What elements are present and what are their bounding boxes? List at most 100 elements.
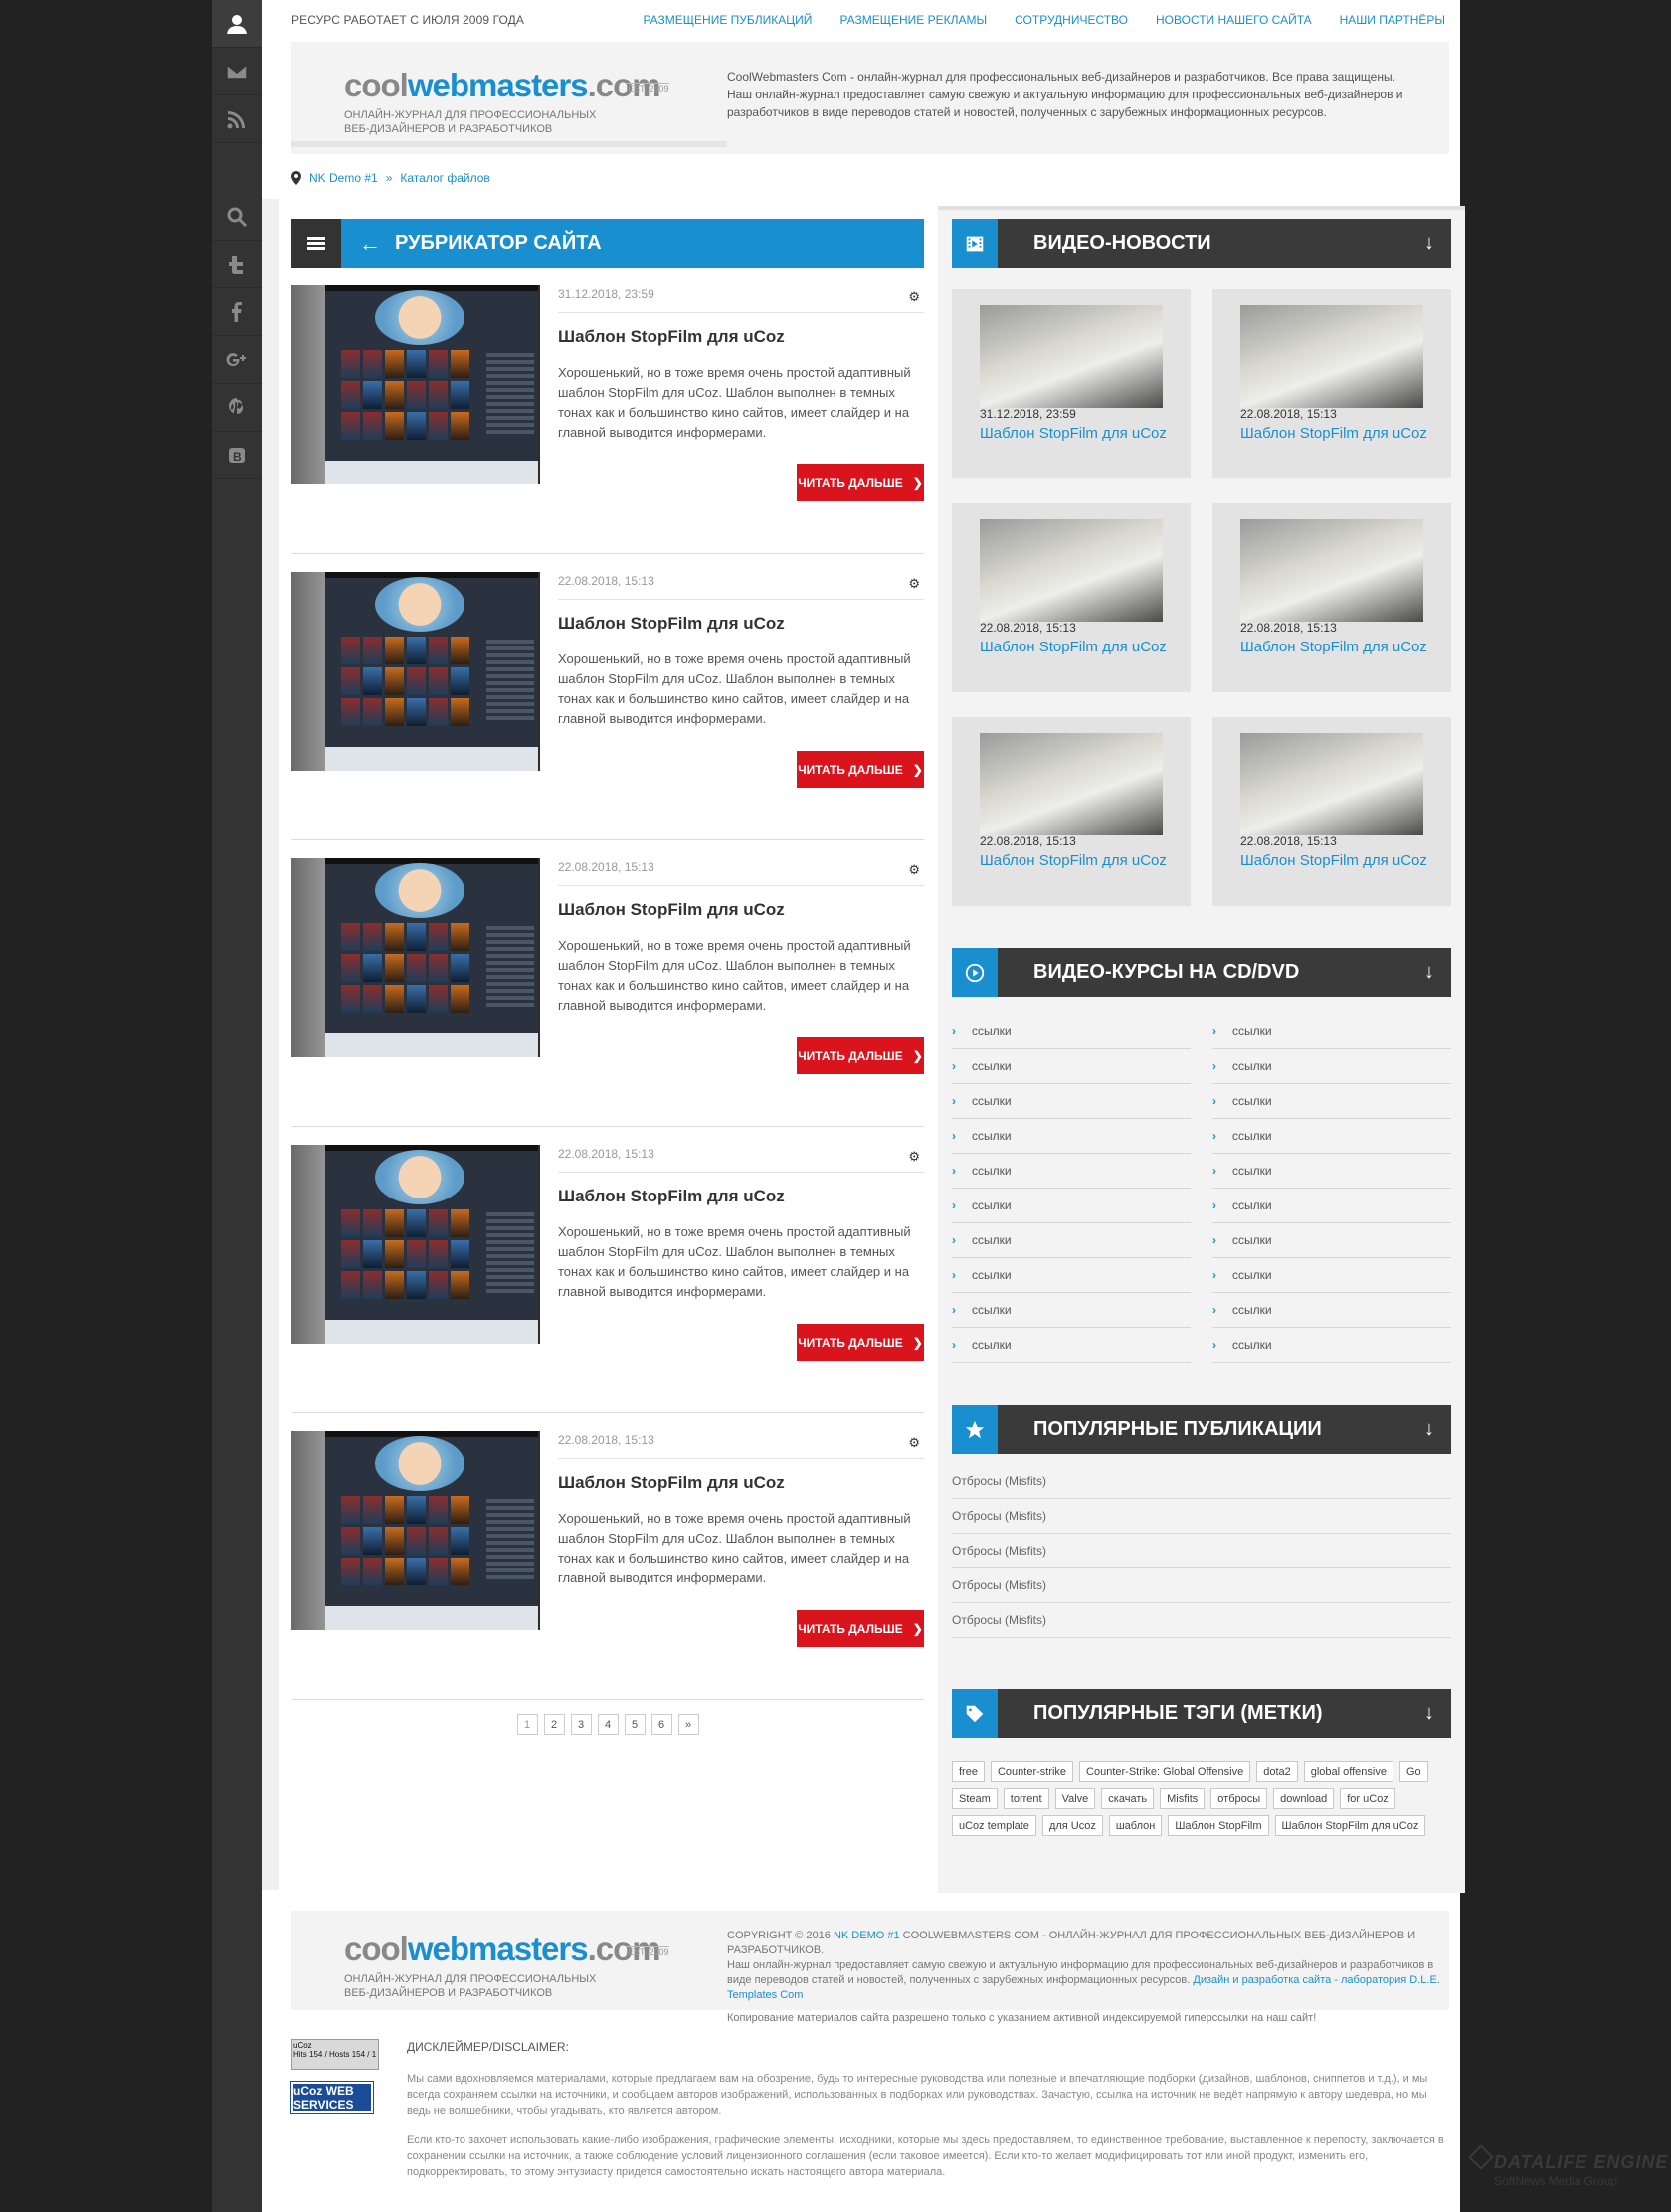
- mail-icon[interactable]: [212, 48, 262, 95]
- page-1[interactable]: 1: [516, 1714, 538, 1735]
- post-title[interactable]: Шаблон StopFilm для uCoz: [558, 327, 785, 347]
- tag-item[interactable]: Go: [1398, 1761, 1428, 1782]
- facebook-icon[interactable]: [212, 288, 262, 336]
- video-card[interactable]: 22.08.2018, 15:13 Шаблон StopFilm для uCo…: [1212, 289, 1451, 478]
- video-thumbnail[interactable]: [1240, 305, 1423, 408]
- popular-item[interactable]: Отбросы (Misfits): [952, 1464, 1451, 1499]
- tag-item[interactable]: скачать: [1101, 1788, 1155, 1809]
- course-link[interactable]: › ссылки: [1212, 1049, 1451, 1084]
- video-card[interactable]: 22.08.2018, 15:13 Шаблон StopFilm для uCo…: [952, 717, 1191, 906]
- course-link[interactable]: › ссылки: [952, 1258, 1191, 1293]
- popular-item[interactable]: Отбросы (Misfits): [952, 1499, 1451, 1534]
- user-icon[interactable]: [212, 0, 262, 48]
- tag-item[interactable]: отбросы: [1210, 1788, 1268, 1809]
- video-card[interactable]: 22.08.2018, 15:13 Шаблон StopFilm для uCo…: [1212, 717, 1451, 906]
- video-title[interactable]: Шаблон StopFilm для uCoz: [980, 852, 1167, 869]
- tag-item[interactable]: torrent: [1003, 1788, 1049, 1809]
- post-thumbnail[interactable]: [291, 1145, 540, 1344]
- breadcrumb-current[interactable]: Каталог файлов: [400, 171, 489, 185]
- page-3[interactable]: 3: [570, 1714, 592, 1735]
- course-link[interactable]: › ссылки: [952, 1154, 1191, 1189]
- pinterest-icon[interactable]: [212, 384, 262, 432]
- page-5[interactable]: 5: [624, 1714, 646, 1735]
- nav-publications[interactable]: Размещение публикаций: [643, 13, 812, 27]
- nav-news[interactable]: Новости нашего сайта: [1156, 13, 1312, 27]
- gear-icon[interactable]: ⚙: [908, 576, 920, 592]
- course-link[interactable]: › ссылки: [952, 1119, 1191, 1154]
- rss-icon[interactable]: [212, 95, 262, 143]
- post-thumbnail[interactable]: [291, 1431, 540, 1630]
- tag-item[interactable]: uCoz template: [952, 1815, 1036, 1836]
- gear-icon[interactable]: ⚙: [908, 1149, 920, 1165]
- page-2[interactable]: 2: [543, 1714, 565, 1735]
- tag-item[interactable]: для Ucoz: [1041, 1815, 1103, 1836]
- tag-item[interactable]: Шаблон StopFilm: [1168, 1815, 1269, 1836]
- menu-icon[interactable]: [291, 219, 341, 268]
- course-link[interactable]: › ссылки: [1212, 1258, 1451, 1293]
- tag-item[interactable]: Misfits: [1160, 1788, 1206, 1809]
- course-link[interactable]: › ссылки: [1212, 1119, 1451, 1154]
- course-link[interactable]: › ссылки: [952, 1293, 1191, 1328]
- tag-item[interactable]: Valve: [1054, 1788, 1096, 1809]
- read-more-button[interactable]: Читать дальше ❯: [797, 1037, 924, 1074]
- tag-item[interactable]: Counter-strike: [990, 1761, 1074, 1782]
- tag-item[interactable]: Steam: [952, 1788, 998, 1809]
- gear-icon[interactable]: ⚙: [908, 289, 920, 305]
- footer-logo[interactable]: coolwebmasters.com EST. 2009 Онлайн-журн…: [344, 1931, 702, 2000]
- nav-ads[interactable]: Размещение рекламы: [839, 13, 987, 27]
- video-card[interactable]: 22.08.2018, 15:13 Шаблон StopFilm для uCo…: [952, 503, 1191, 692]
- tag-item[interactable]: download: [1273, 1788, 1335, 1809]
- course-link[interactable]: › ссылки: [952, 1049, 1191, 1084]
- course-link[interactable]: › ссылки: [1212, 1084, 1451, 1119]
- post-title[interactable]: Шаблон StopFilm для uCoz: [558, 900, 785, 920]
- gear-icon[interactable]: ⚙: [908, 862, 920, 878]
- tag-item[interactable]: Counter-Strike: Global Offensive: [1079, 1761, 1251, 1782]
- read-more-button[interactable]: Читать дальше ❯: [797, 751, 924, 788]
- vk-icon[interactable]: B: [212, 432, 262, 479]
- google-plus-icon[interactable]: [212, 336, 262, 384]
- video-title[interactable]: Шаблон StopFilm для uCoz: [1240, 425, 1427, 442]
- tag-item[interactable]: шаблон: [1108, 1815, 1163, 1836]
- video-card[interactable]: 22.08.2018, 15:13 Шаблон StopFilm для uCo…: [1212, 503, 1451, 692]
- read-more-button[interactable]: Читать дальше ❯: [797, 464, 924, 501]
- video-thumbnail[interactable]: [1240, 519, 1423, 622]
- site-logo[interactable]: coolwebmasters.com EST. 2009 Онлайн-журн…: [344, 67, 702, 136]
- course-link[interactable]: › ссылки: [952, 1189, 1191, 1223]
- copyright-link[interactable]: NK Demo #1: [834, 1930, 900, 1941]
- post-thumbnail[interactable]: [291, 858, 540, 1057]
- tag-item[interactable]: Шаблон StopFilm для uCoz: [1274, 1815, 1426, 1836]
- popular-item[interactable]: Отбросы (Misfits): [952, 1568, 1451, 1603]
- read-more-button[interactable]: Читать дальше ❯: [797, 1610, 924, 1647]
- course-link[interactable]: › ссылки: [1212, 1328, 1451, 1363]
- nav-partners[interactable]: Наши партнёры: [1340, 13, 1445, 27]
- ucoz-badge[interactable]: uCoz WEB SERVICES: [290, 2081, 374, 2114]
- arrow-down-icon[interactable]: ↓: [1407, 1702, 1451, 1725]
- course-link[interactable]: › ссылки: [1212, 1014, 1451, 1049]
- post-title[interactable]: Шаблон StopFilm для uCoz: [558, 1187, 785, 1206]
- twitter-icon[interactable]: [212, 241, 262, 288]
- video-title[interactable]: Шаблон StopFilm для uCoz: [980, 425, 1167, 442]
- post-title[interactable]: Шаблон StopFilm для uCoz: [558, 614, 785, 634]
- tag-item[interactable]: dota2: [1256, 1761, 1298, 1782]
- video-thumbnail[interactable]: [980, 305, 1163, 408]
- breadcrumb-home[interactable]: NK Demo #1: [309, 171, 378, 185]
- gear-icon[interactable]: ⚙: [908, 1435, 920, 1451]
- course-link[interactable]: › ссылки: [1212, 1293, 1451, 1328]
- read-more-button[interactable]: Читать дальше ❯: [797, 1324, 924, 1361]
- course-link[interactable]: › ссылки: [1212, 1189, 1451, 1223]
- post-thumbnail[interactable]: [291, 285, 540, 484]
- arrow-left-icon[interactable]: ←: [359, 231, 381, 257]
- tag-item[interactable]: global offensive: [1303, 1761, 1393, 1782]
- ucoz-counter[interactable]: uCoz Hits 154 / Hosts 154 / 1: [291, 2039, 379, 2070]
- course-link[interactable]: › ссылки: [1212, 1154, 1451, 1189]
- arrow-down-icon[interactable]: ↓: [1407, 961, 1451, 984]
- video-title[interactable]: Шаблон StopFilm для uCoz: [1240, 852, 1427, 869]
- video-title[interactable]: Шаблон StopFilm для uCoz: [1240, 639, 1427, 655]
- page-6[interactable]: 6: [650, 1714, 672, 1735]
- tag-item[interactable]: free: [952, 1761, 985, 1782]
- popular-item[interactable]: Отбросы (Misfits): [952, 1603, 1451, 1638]
- page-next[interactable]: »: [677, 1714, 699, 1735]
- search-icon[interactable]: [212, 193, 262, 241]
- post-title[interactable]: Шаблон StopFilm для uCoz: [558, 1473, 785, 1493]
- nav-cooperation[interactable]: Сотрудничество: [1015, 13, 1128, 27]
